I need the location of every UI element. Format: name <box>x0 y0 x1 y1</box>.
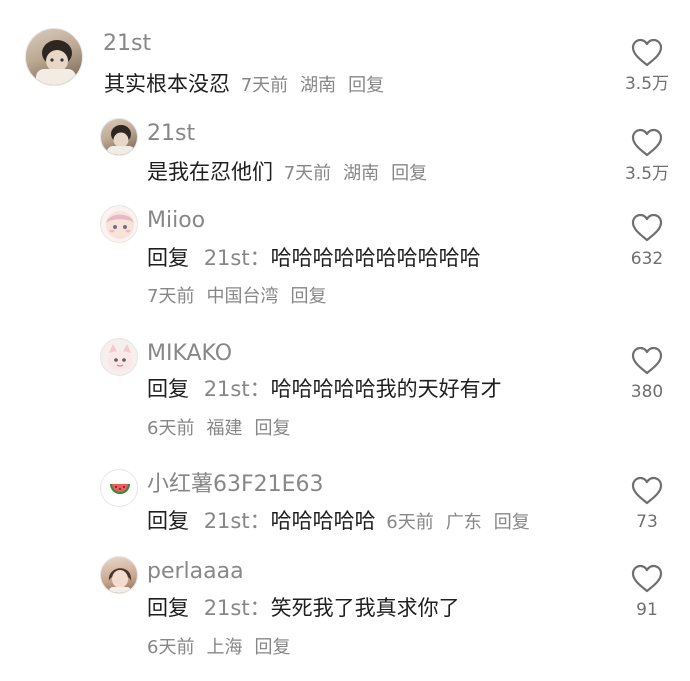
reply-prefix: 回复 <box>147 509 189 533</box>
like-count: 632 <box>630 249 664 269</box>
comment-time: 6天前 <box>147 637 195 658</box>
like-count: 380 <box>630 382 664 402</box>
comment-meta: 6天前 广东 回复 <box>386 512 529 533</box>
reply-button[interactable]: 回复 <box>391 163 427 184</box>
comment-location: 广东 <box>445 512 482 533</box>
reply-button[interactable]: 回复 <box>254 418 290 439</box>
avatar-photo-icon <box>36 40 76 85</box>
heart-outline-icon <box>631 564 663 593</box>
comment-username[interactable]: perlaaaa <box>147 559 244 585</box>
comment-location: 中国台湾 <box>206 286 279 307</box>
comment-meta: 6天前 上海 回复 <box>147 636 302 660</box>
reply-target-user[interactable]: 21st： <box>204 246 271 270</box>
comment-location: 福建 <box>206 418 243 439</box>
reply-prefix: 回复 <box>147 377 189 401</box>
comment-body: 其实根本没忍 7天前 湖南 回复 <box>104 70 384 100</box>
avatar-photo-icon <box>107 125 135 155</box>
comment-username[interactable]: 小红薯63F21E63 <box>147 472 324 498</box>
comment-text: 笑死我了我真求你了 <box>270 596 460 620</box>
like-count: 91 <box>636 600 658 620</box>
heart-outline-icon <box>631 128 663 157</box>
reply-prefix: 回复 <box>147 246 189 270</box>
comment-time: 7天前 <box>283 163 332 184</box>
comment-location: 湖南 <box>300 75 337 96</box>
reply-prefix: 回复 <box>147 596 189 620</box>
heart-outline-icon <box>631 346 663 375</box>
cartoon-cat-icon <box>108 344 132 371</box>
avatar[interactable] <box>100 469 138 507</box>
reply-target-user[interactable]: 21st： <box>204 377 271 401</box>
avatar[interactable] <box>100 118 138 156</box>
comment-time: 6天前 <box>386 512 434 533</box>
reply-button[interactable]: 回复 <box>290 286 326 307</box>
like-count: 3.5万 <box>624 74 670 94</box>
comment-location: 湖南 <box>343 163 380 184</box>
comment-location: 上海 <box>206 637 243 658</box>
reply-button[interactable]: 回复 <box>348 75 384 96</box>
comment-username[interactable]: 21st <box>103 31 151 57</box>
comment-text: 哈哈哈哈哈 <box>270 509 376 533</box>
cartoon-girl-icon <box>106 211 134 239</box>
reply-button[interactable]: 回复 <box>494 512 530 533</box>
avatar[interactable] <box>100 556 138 594</box>
comment-meta: 7天前 中国台湾 回复 <box>147 285 338 309</box>
comment-body: 回复 21st：哈哈哈哈哈我的天好有才 <box>147 375 502 403</box>
like-count: 3.5万 <box>624 164 670 184</box>
like-button[interactable]: 3.5万 <box>620 38 674 95</box>
avatar[interactable] <box>25 28 83 86</box>
reply-target-user[interactable]: 21st： <box>204 596 271 620</box>
heart-outline-icon <box>631 476 663 505</box>
like-button[interactable]: 632 <box>620 213 674 270</box>
avatar-photo-icon <box>108 568 132 593</box>
avatar[interactable] <box>100 338 138 376</box>
comment-time: 6天前 <box>147 418 195 439</box>
comment-meta: 7天前 湖南 回复 <box>241 75 384 96</box>
comment-body: 是我在忍他们 7天前 湖南 回复 <box>147 158 427 188</box>
heart-outline-icon <box>631 38 663 67</box>
like-button[interactable]: 3.5万 <box>620 128 674 185</box>
like-count: 73 <box>636 512 658 532</box>
heart-outline-icon <box>631 213 663 242</box>
comment-username[interactable]: Miioo <box>147 208 205 234</box>
comment-username[interactable]: 21st <box>147 121 195 147</box>
comment-text: 是我在忍他们 <box>147 160 273 184</box>
like-button[interactable]: 73 <box>620 476 674 533</box>
comment-body: 回复 21st：哈哈哈哈哈哈哈哈哈哈 <box>147 244 481 272</box>
comment-text: 哈哈哈哈哈我的天好有才 <box>270 377 502 401</box>
watermelon-icon <box>110 484 130 494</box>
comment-time: 7天前 <box>240 75 289 96</box>
comment-text: 哈哈哈哈哈哈哈哈哈哈 <box>270 246 481 270</box>
comment-body: 回复 21st：哈哈哈哈哈 6天前 广东 回复 <box>147 507 530 537</box>
comment-meta: 7天前 湖南 回复 <box>284 163 427 184</box>
like-button[interactable]: 91 <box>620 564 674 621</box>
avatar[interactable] <box>100 205 138 243</box>
reply-target-user[interactable]: 21st： <box>204 509 271 533</box>
comment-time: 7天前 <box>147 286 195 307</box>
comment-username[interactable]: MIKAKO <box>147 341 232 367</box>
like-button[interactable]: 380 <box>620 346 674 403</box>
comment-text: 其实根本没忍 <box>104 72 230 96</box>
reply-button[interactable]: 回复 <box>254 637 290 658</box>
comment-body: 回复 21st：笑死我了我真求你了 <box>147 594 460 622</box>
comment-meta: 6天前 福建 回复 <box>147 417 302 441</box>
